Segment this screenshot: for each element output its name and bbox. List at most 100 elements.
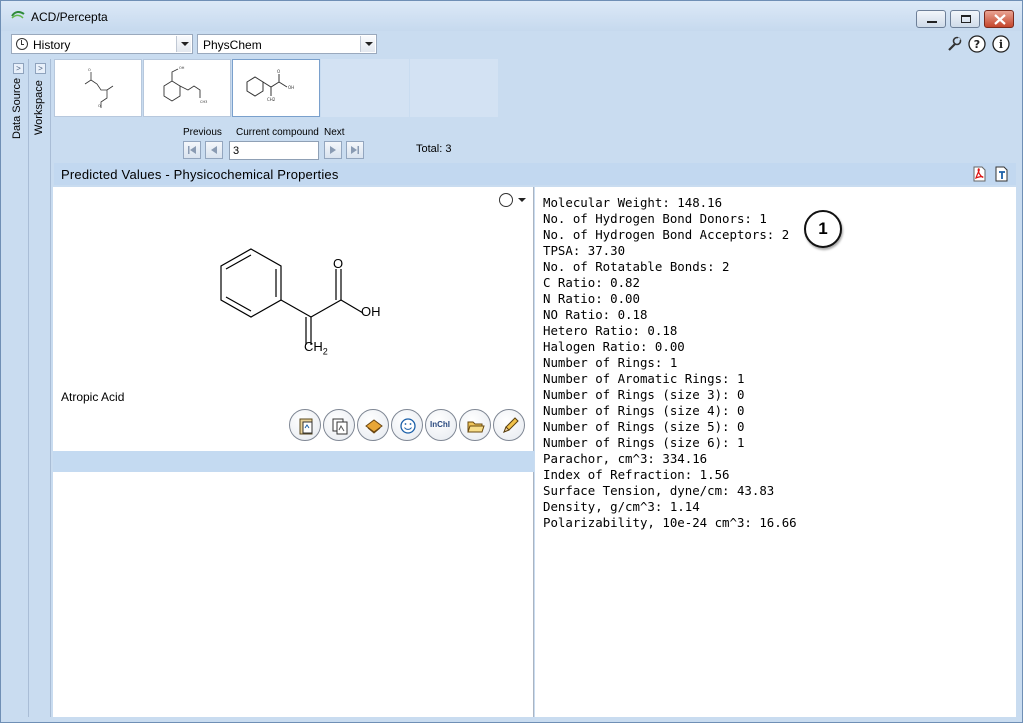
property-line: Number of Aromatic Rings: 1 <box>543 371 745 386</box>
atom-label-subscript: 2 <box>322 346 328 357</box>
atom-label-oh: OH <box>361 304 381 319</box>
property-line: Number of Rings: 1 <box>543 355 678 370</box>
tab-data-source-label: Data Source <box>11 77 23 139</box>
history-combo-value: History <box>33 38 71 52</box>
inchi-label: InChI <box>430 420 450 429</box>
pencil-icon <box>503 417 519 433</box>
thumbnail-empty <box>321 59 409 117</box>
property-line: Hetero Ratio: 0.18 <box>543 323 678 338</box>
tab-data-source[interactable]: > Data Source <box>9 59 29 717</box>
next-label: Next <box>324 127 345 138</box>
text-export-icon[interactable] <box>994 166 1009 182</box>
inchi-button[interactable]: InChI <box>425 409 457 441</box>
atom-label-ch-text: CH <box>304 339 323 354</box>
compound-thumbnails: OO OH CH3 O OH CH2 <box>54 59 498 117</box>
open-folder-button[interactable] <box>459 409 491 441</box>
window-title: ACD/Percepta <box>31 10 108 24</box>
atom-label-o: O <box>333 256 344 271</box>
svg-text:?: ? <box>974 38 980 51</box>
next-button[interactable] <box>324 141 342 159</box>
property-line: Number of Rings (size 3): 0 <box>543 387 745 402</box>
first-icon <box>188 146 196 154</box>
property-line: TPSA: 37.30 <box>543 243 626 258</box>
compound-name: Atropic Acid <box>61 390 125 404</box>
property-line: C Ratio: 0.82 <box>543 275 640 290</box>
property-line: Number of Rings (size 4): 0 <box>543 403 745 418</box>
property-line: Density, g/cm^3: 1.14 <box>543 499 700 514</box>
property-line: NO Ratio: 0.18 <box>543 307 648 322</box>
thumbnail-empty <box>410 59 498 117</box>
properties-pane: Molecular Weight: 148.16 No. of Hydrogen … <box>535 187 1016 717</box>
previous-button[interactable] <box>205 141 223 159</box>
svg-text:CH3: CH3 <box>200 100 207 104</box>
property-line: Halogen Ratio: 0.00 <box>543 339 685 354</box>
smiley-icon <box>400 418 416 434</box>
property-line: Number of Rings (size 6): 1 <box>543 435 745 450</box>
tab-workspace-label: Workspace <box>33 80 45 135</box>
help-icon[interactable]: ? <box>968 35 986 53</box>
property-line: No. of Hydrogen Bond Donors: 1 <box>543 211 767 226</box>
expand-icon[interactable]: > <box>13 63 24 74</box>
expand-icon[interactable]: > <box>35 63 46 74</box>
close-button[interactable] <box>984 10 1014 28</box>
atom-label-ch: CH2 <box>304 339 328 357</box>
svg-text:O: O <box>277 69 280 74</box>
copy-structure-button[interactable] <box>289 409 321 441</box>
maximize-button[interactable] <box>950 10 980 28</box>
info-icon[interactable]: i <box>992 35 1010 53</box>
property-line: Number of Rings (size 5): 0 <box>543 419 745 434</box>
book-button[interactable] <box>357 409 389 441</box>
property-line: N Ratio: 0.00 <box>543 291 640 306</box>
last-button[interactable] <box>346 141 364 159</box>
property-line: Index of Refraction: 1.56 <box>543 467 730 482</box>
section-header: Predicted Values - Physicochemical Prope… <box>54 163 1016 185</box>
section-title: Predicted Values - Physicochemical Prope… <box>61 167 339 182</box>
copy-image-button[interactable] <box>323 409 355 441</box>
tab-workspace[interactable]: > Workspace <box>31 59 51 717</box>
last-icon <box>351 146 359 154</box>
thumbnail-compound-2[interactable]: OH CH3 <box>143 59 231 117</box>
property-line: No. of Rotatable Bonds: 2 <box>543 259 730 274</box>
property-line: Parachor, cm^3: 334.16 <box>543 451 708 466</box>
callout-badge: 1 <box>804 210 842 248</box>
history-combo[interactable]: History <box>11 34 193 54</box>
module-combo[interactable]: PhysChem <box>197 34 377 54</box>
maximize-icon <box>961 15 971 23</box>
structure-options-radio[interactable] <box>499 193 513 207</box>
property-line: Polarizability, 10e-24 cm^3: 16.66 <box>543 515 797 530</box>
svg-text:O: O <box>98 104 101 108</box>
structure-thumbnail: O OH CH2 <box>246 69 294 102</box>
structure-thumbnail: OO <box>84 68 114 108</box>
smiles-button[interactable] <box>391 409 423 441</box>
structure-view: O OH CH2 Atropic Acid InChI <box>53 187 534 451</box>
wrench-icon[interactable] <box>945 35 963 53</box>
svg-text:O: O <box>88 68 91 72</box>
thumbnail-compound-1[interactable]: OO <box>54 59 142 117</box>
copy-image-icon <box>332 418 348 435</box>
chevron-down-icon[interactable] <box>176 36 191 52</box>
open-folder-icon <box>467 421 485 433</box>
previous-icon <box>211 146 217 154</box>
book-icon <box>365 419 383 434</box>
chevron-down-icon[interactable] <box>518 198 526 202</box>
first-button[interactable] <box>183 141 201 159</box>
edit-button[interactable] <box>493 409 525 441</box>
property-line: No. of Hydrogen Bond Acceptors: 2 <box>543 227 790 242</box>
module-combo-value: PhysChem <box>203 38 262 52</box>
selection-strip <box>53 451 534 472</box>
compound-navigation: Previous Current compound Next Total: 3 <box>54 125 504 161</box>
minimize-button[interactable] <box>916 10 946 28</box>
total-count: Total: 3 <box>416 143 452 155</box>
current-compound-input[interactable] <box>229 141 319 160</box>
pdf-export-icon[interactable] <box>972 166 987 182</box>
previous-label: Previous <box>183 127 222 138</box>
chevron-down-icon[interactable] <box>360 36 375 52</box>
svg-text:OH: OH <box>179 66 185 70</box>
thumbnail-compound-3[interactable]: O OH CH2 <box>232 59 320 117</box>
toolbar: History PhysChem ? i <box>1 31 1022 57</box>
svg-text:OH: OH <box>288 85 294 90</box>
copy-structure-icon <box>299 418 313 435</box>
next-icon <box>330 146 336 154</box>
svg-text:CH2: CH2 <box>267 97 276 102</box>
structure-thumbnail: OH CH3 <box>163 66 207 104</box>
